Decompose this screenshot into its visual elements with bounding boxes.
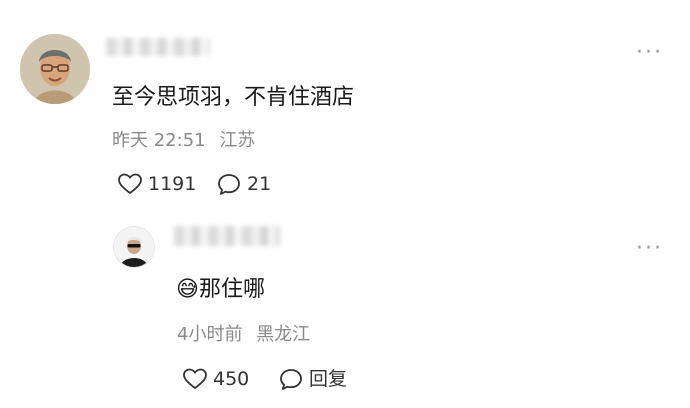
more-options-button[interactable]: ··· — [636, 238, 663, 260]
heart-icon — [118, 173, 142, 194]
comment-meta: 昨天 22:51 江苏 — [112, 132, 255, 150]
like-button[interactable]: 1191 — [118, 173, 196, 195]
comment-text: 至今思项羽，不肯住酒店 — [112, 85, 355, 110]
like-count: 450 — [213, 367, 250, 390]
heart-icon — [183, 368, 207, 389]
avatar[interactable] — [20, 34, 90, 104]
comment-location: 江苏 — [219, 130, 256, 151]
reply-location: 黑龙江 — [256, 324, 311, 345]
more-options-button[interactable]: ··· — [636, 42, 663, 64]
comment-time: 昨天 22:51 — [112, 130, 206, 151]
reply-count-button[interactable]: 21 — [217, 173, 271, 196]
reply-meta: 4小时前 黑龙江 — [177, 326, 310, 344]
comment-bubble-icon — [218, 174, 240, 195]
reply-count: 21 — [247, 173, 272, 195]
grin-sweat-emoji: 😅 — [176, 277, 199, 302]
reply-button[interactable]: 回复 — [279, 368, 347, 391]
reply-text: 😅那住哪 — [176, 279, 265, 301]
reply-label: 回复 — [309, 368, 348, 390]
reply-time: 4小时前 — [177, 324, 243, 345]
like-button[interactable]: 450 — [183, 368, 249, 390]
avatar[interactable] — [113, 226, 155, 268]
comment-bubble-icon — [280, 369, 302, 390]
username-blurred[interactable] — [106, 38, 210, 56]
like-count: 1191 — [148, 172, 197, 195]
username-blurred[interactable] — [174, 226, 280, 246]
reply-text-body: 那住哪 — [198, 277, 265, 302]
